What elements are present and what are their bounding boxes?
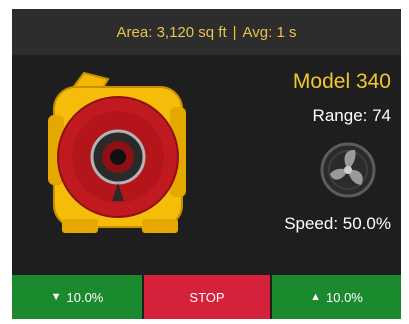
increase-label: 10.0% <box>326 289 363 305</box>
model-name: Model 340 <box>292 70 391 93</box>
air-mover-device-image <box>42 67 192 237</box>
increase-speed-button[interactable]: ▲ 10.0% <box>272 275 401 319</box>
status-bar: Area: 3,120 sq ft | Avg: 1 s <box>12 9 401 55</box>
decrease-label: 10.0% <box>66 289 104 305</box>
up-arrow-icon: ▲ <box>310 291 321 303</box>
device-info: Model 340 Range: 74 <box>293 69 391 127</box>
speed-readout: Speed: 50.0% <box>284 214 391 233</box>
range-readout: Range: 74 <box>312 106 391 125</box>
avg-readout: Avg: 1 s <box>242 23 297 41</box>
decrease-speed-button[interactable]: ▼ 10.0% <box>12 275 142 319</box>
down-arrow-icon: ▼ <box>50 291 62 303</box>
stop-button[interactable]: STOP <box>144 275 270 319</box>
area-readout: Area: 3,120 sq ft <box>116 23 227 41</box>
device-screen: Area: 3,120 sq ft | Avg: 1 s Model 340 R… <box>12 9 401 319</box>
fan-icon <box>319 141 377 199</box>
status-separator: | <box>232 23 237 41</box>
stop-label: STOP <box>189 289 225 305</box>
